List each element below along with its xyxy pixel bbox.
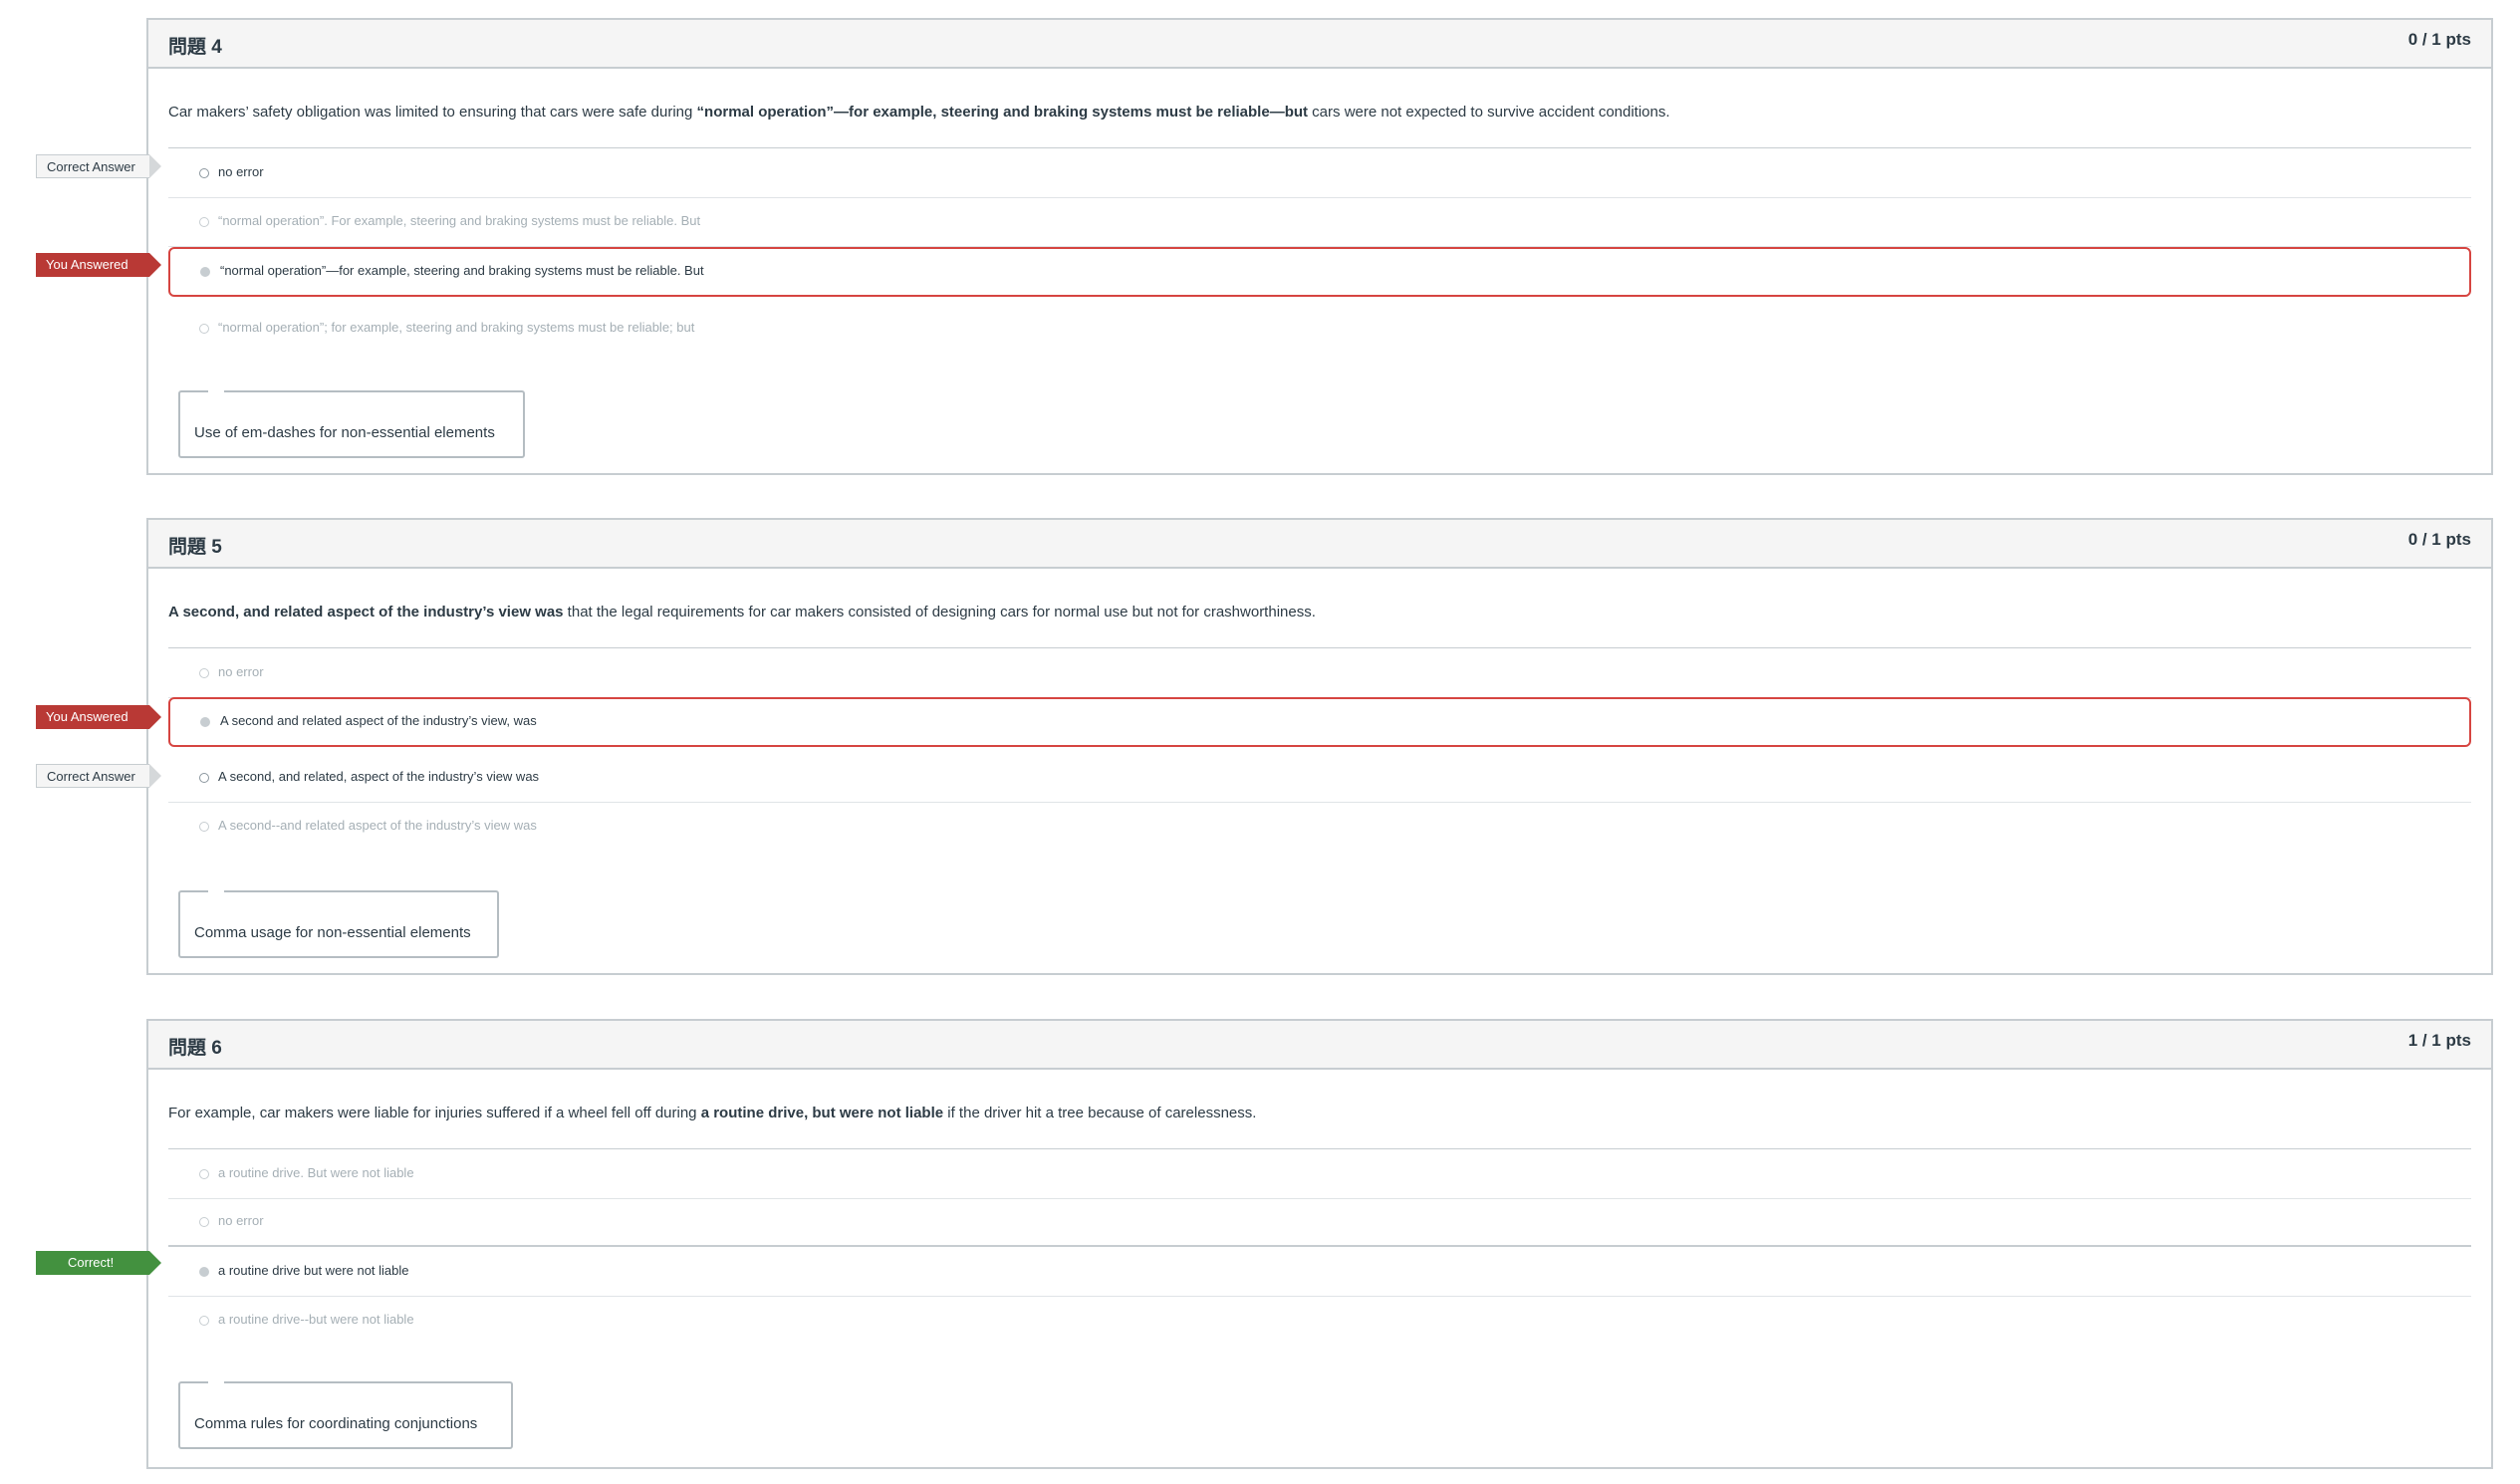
radio-button[interactable] bbox=[199, 1316, 209, 1326]
question-header: 問題 5 0 / 1 pts bbox=[148, 520, 2491, 569]
answer-label: “normal operation”; for example, steerin… bbox=[218, 320, 695, 335]
divider bbox=[168, 647, 2471, 648]
answer-label: “normal operation”—for example, steering… bbox=[220, 263, 704, 278]
question-title: 問題 6 bbox=[168, 1038, 222, 1059]
radio-button[interactable] bbox=[199, 168, 209, 178]
question-card-4: 問題 4 0 / 1 pts Car makers’ safety obliga… bbox=[146, 18, 2493, 475]
answer-label: a routine drive--but were not liable bbox=[218, 1312, 414, 1327]
answer-label: no error bbox=[218, 164, 264, 179]
radio-button[interactable] bbox=[199, 1217, 209, 1227]
question-title: 問題 4 bbox=[168, 37, 222, 58]
comment-text: Comma usage for non-essential elements bbox=[194, 924, 471, 941]
question-card-5: 問題 5 0 / 1 pts A second, and related asp… bbox=[146, 518, 2493, 975]
you-answered-tag: You Answered bbox=[36, 705, 161, 729]
radio-button[interactable] bbox=[199, 1267, 209, 1277]
question-points: 1 / 1 pts bbox=[2407, 1031, 2471, 1050]
answer-label: A second--and related aspect of the indu… bbox=[218, 818, 537, 833]
answer-label: A second and related aspect of the indus… bbox=[220, 713, 537, 728]
answer-option-selected[interactable]: A second and related aspect of the indus… bbox=[168, 697, 2471, 747]
answer-comment: Comma rules for coordinating conjunction… bbox=[178, 1381, 513, 1449]
answer-option[interactable]: no error bbox=[168, 1199, 2471, 1247]
answer-label: A second, and related, aspect of the ind… bbox=[218, 769, 540, 784]
correct-tag: Correct! bbox=[36, 1251, 161, 1275]
answer-label: no error bbox=[218, 664, 264, 679]
answer-label: “normal operation”. For example, steerin… bbox=[218, 213, 701, 228]
divider bbox=[168, 1148, 2471, 1149]
radio-button[interactable] bbox=[200, 267, 210, 277]
answer-option[interactable]: a routine drive. But were not liable bbox=[168, 1151, 2471, 1199]
answer-option-selected[interactable]: “normal operation”—for example, steering… bbox=[168, 247, 2471, 297]
question-header: 問題 6 1 / 1 pts bbox=[148, 1021, 2491, 1070]
comment-text: Use of em-dashes for non-essential eleme… bbox=[194, 424, 495, 441]
radio-button[interactable] bbox=[199, 773, 209, 783]
radio-button[interactable] bbox=[199, 217, 209, 227]
answer-option[interactable]: “normal operation”. For example, steerin… bbox=[168, 199, 2471, 247]
question-title: 問題 5 bbox=[168, 537, 222, 558]
radio-button[interactable] bbox=[200, 717, 210, 727]
answer-option[interactable]: A second, and related, aspect of the ind… bbox=[168, 755, 2471, 803]
answer-label: a routine drive. But were not liable bbox=[218, 1165, 414, 1180]
answer-option-selected[interactable]: a routine drive but were not liable bbox=[168, 1249, 2471, 1297]
question-header: 問題 4 0 / 1 pts bbox=[148, 20, 2491, 69]
answer-option[interactable]: “normal operation”; for example, steerin… bbox=[168, 306, 2471, 354]
comment-text: Comma rules for coordinating conjunction… bbox=[194, 1415, 478, 1432]
answer-option[interactable]: A second--and related aspect of the indu… bbox=[168, 804, 2471, 852]
answer-option[interactable]: no error bbox=[168, 150, 2471, 198]
correct-answer-tag: Correct Answer bbox=[36, 764, 161, 788]
divider bbox=[168, 147, 2471, 148]
radio-button[interactable] bbox=[199, 1169, 209, 1179]
answer-comment: Use of em-dashes for non-essential eleme… bbox=[178, 390, 525, 458]
radio-button[interactable] bbox=[199, 822, 209, 832]
radio-button[interactable] bbox=[199, 668, 209, 678]
answer-option[interactable]: a routine drive--but were not liable bbox=[168, 1298, 2471, 1346]
question-text: Car makers’ safety obligation was limite… bbox=[168, 104, 1670, 121]
question-points: 0 / 1 pts bbox=[2407, 30, 2471, 49]
question-points: 0 / 1 pts bbox=[2407, 530, 2471, 549]
question-card-6: 問題 6 1 / 1 pts For example, car makers w… bbox=[146, 1019, 2493, 1469]
you-answered-tag: You Answered bbox=[36, 253, 161, 277]
answer-comment: Comma usage for non-essential elements bbox=[178, 890, 499, 958]
answer-label: a routine drive but were not liable bbox=[218, 1263, 409, 1278]
radio-button[interactable] bbox=[199, 324, 209, 334]
question-text: For example, car makers were liable for … bbox=[168, 1105, 1257, 1121]
answer-option[interactable]: no error bbox=[168, 650, 2471, 698]
answer-label: no error bbox=[218, 1213, 264, 1228]
question-text: A second, and related aspect of the indu… bbox=[168, 604, 1316, 620]
correct-answer-tag: Correct Answer bbox=[36, 154, 161, 178]
